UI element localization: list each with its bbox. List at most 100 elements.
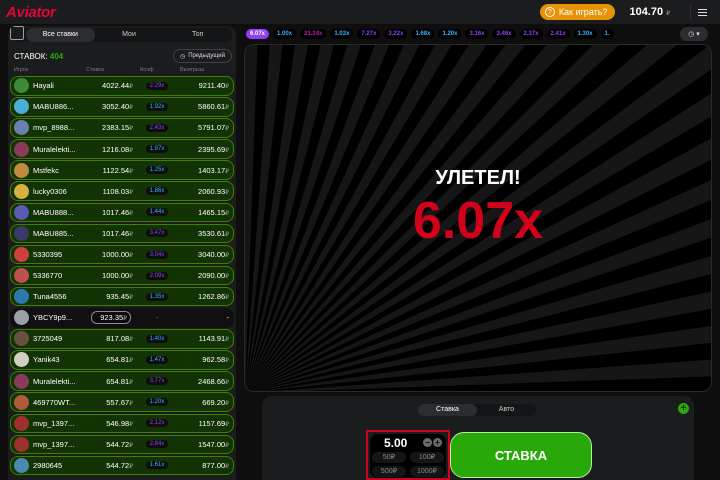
previous-round-button[interactable]: ◷ Предыдущий [172, 49, 232, 63]
avatar [14, 310, 29, 326]
coefficient: 2.12x [137, 419, 177, 428]
coefficient: 1.92x [137, 102, 177, 111]
avatar [14, 162, 29, 178]
minus-icon[interactable]: − [423, 438, 432, 447]
amount-control: 5.00 − + 50₽ 100₽ 500₽ 1000₽ [370, 434, 446, 478]
bet-mode-tabs: Ставка Авто [418, 404, 536, 416]
bet-amount: 935.45₽ [106, 292, 133, 302]
avatar [14, 331, 29, 347]
history-icon: ◷ [179, 53, 186, 60]
player-name: YBCY9p9... [33, 313, 73, 323]
history-multiplier: 1.68x [411, 29, 435, 39]
coefficient: 1.97x [137, 145, 177, 154]
history-multiplier: 3.46x [492, 29, 516, 39]
bet-amount: 1017.46₽ [102, 228, 133, 238]
col-win: Выигрыш [180, 67, 205, 73]
bet-row: Muralelekti... 654.81₽ 3.77x 2468.66₽ [10, 371, 234, 391]
history-multiplier: 2.41x [546, 29, 570, 39]
coefficient: 1.25x [137, 166, 177, 175]
bets-list: Hayali 4022.44₽ 2.29x 9211.40₽ MABU886... 305… [8, 76, 236, 476]
quick-amount-500[interactable]: 500₽ [372, 466, 406, 477]
avatar [14, 457, 29, 473]
expand-icon[interactable] [10, 26, 24, 40]
coefficient: 3.77x [137, 377, 177, 386]
flew-away-label: УЛЕТЕЛ! [435, 167, 521, 189]
avatar [14, 289, 29, 305]
bets-header: СТАВОК: 404 ◷ Предыдущий [8, 42, 236, 64]
bet-amount: 654.81₽ [106, 355, 133, 365]
bet-row: Muralelekti... 1216.08₽ 1.97x 2395.69₽ [10, 139, 234, 159]
add-bet-panel-icon[interactable]: + [678, 403, 689, 414]
bet-row: mvp_1397... 544.72₽ 2.84x 1547.00₽ [10, 434, 234, 455]
bet-amount: 544.72₽ [106, 460, 133, 470]
coefficient: 3.04x [137, 250, 177, 259]
bet-row: 2980645 544.72₽ 1.61x 877.00₽ [10, 455, 234, 476]
bets-label: СТАВОК: [14, 51, 48, 61]
win-amount: - [226, 313, 230, 323]
quick-amount-100[interactable]: 100₽ [410, 452, 444, 463]
win-amount: 1143.91₽ [198, 334, 229, 344]
menu-icon[interactable] [690, 4, 714, 20]
win-amount: 1403.17₽ [198, 165, 229, 175]
win-amount: 962.58₽ [202, 355, 229, 365]
quick-amount-1000[interactable]: 1000₽ [410, 466, 444, 477]
col-coef: Коэф [140, 67, 154, 73]
how-to-play-label: Как играть? [558, 7, 608, 17]
tab-top[interactable]: Топ [163, 28, 232, 42]
history-multiplier: 6.07x [246, 29, 270, 39]
history-multiplier: 3.22x [384, 29, 408, 39]
win-amount: 2090.00₽ [198, 271, 229, 281]
aviator-logo[interactable]: Aviator [6, 4, 56, 21]
bet-amount: 1000.00₽ [102, 250, 133, 259]
avatar [14, 394, 29, 410]
player-name: Muralelekti... [33, 144, 76, 154]
place-bet-button[interactable]: СТАВКА [450, 432, 592, 478]
bet-amount-input[interactable]: 5.00 [384, 436, 407, 450]
history-toggle-button[interactable]: ◷ ▾ [680, 27, 708, 41]
bet-row: mvp_1397... 546.98₽ 2.12x 1157.69₽ [10, 413, 234, 433]
win-amount: 1465.15₽ [198, 207, 229, 217]
coefficient: 2.29x [137, 81, 177, 90]
plus-icon[interactable]: + [433, 438, 442, 447]
bet-amount: 817.08₽ [106, 334, 133, 344]
player-name: Yanik43 [33, 355, 60, 365]
tab-my-bets[interactable]: Мои [95, 28, 164, 42]
bets-count: СТАВОК: 404 [14, 52, 63, 61]
top-bar: Aviator ? Как играть? 104.70 ₽ [0, 0, 720, 24]
bet-amount: 546.98₽ [106, 418, 133, 428]
win-amount: 3040.00₽ [198, 250, 229, 259]
bet-amount: 557.67₽ [106, 397, 133, 407]
history-multiplier: 3.16x [465, 29, 489, 39]
coefficient: 2.09x [137, 271, 177, 280]
quick-amount-50[interactable]: 50₽ [372, 452, 406, 463]
tab-auto[interactable]: Авто [477, 404, 536, 416]
chevron-down-icon: ▾ [696, 31, 700, 38]
bet-panel: Ставка Авто + 5.00 − + 50₽ 100₽ 500₽ 100… [262, 396, 694, 480]
tab-all-bets[interactable]: Все ставки [26, 28, 95, 42]
win-amount: 2468.66₽ [198, 376, 229, 386]
win-amount: 669.20₽ [202, 397, 229, 407]
bet-amount: 1108.03₽ [102, 186, 133, 196]
clock-icon: ◷ [688, 31, 695, 38]
win-amount: 1157.69₽ [198, 418, 229, 428]
player-name: mvp_1397... [33, 418, 75, 428]
avatar [14, 78, 29, 94]
bet-row: 5336770 1000.00₽ 2.09x 2090.00₽ [10, 265, 234, 286]
history-multiplier: 21.24x [300, 29, 327, 39]
bet-amount: 1017.46₽ [102, 207, 133, 217]
tab-bet[interactable]: Ставка [418, 404, 477, 416]
history-multiplier: 2.37x [519, 29, 543, 39]
win-amount: 877.00₽ [202, 460, 229, 470]
avatar [14, 120, 29, 136]
player-name: 5330395 [33, 250, 63, 259]
avatar [14, 415, 29, 431]
crash-multiplier: 6.07x [412, 192, 544, 250]
player-name: MABU888... [33, 207, 74, 217]
player-name: mvp_1397... [33, 439, 75, 449]
coefficient: 1.44x [137, 208, 177, 217]
avatar [14, 141, 29, 157]
avatar [14, 352, 29, 368]
avatar [14, 204, 29, 220]
bet-amount: 544.72₽ [106, 439, 133, 449]
how-to-play-button[interactable]: ? Как играть? [539, 4, 616, 20]
